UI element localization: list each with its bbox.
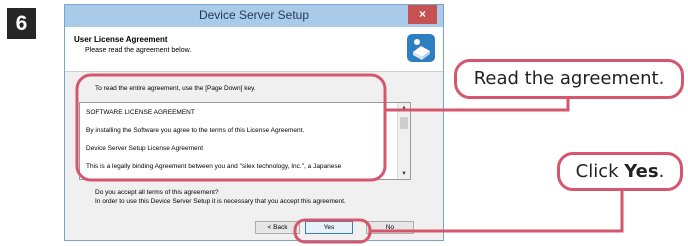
read-agreement-callout: Read the agreement. bbox=[454, 59, 684, 99]
annotation-overlay bbox=[75, 73, 624, 244]
click-yes-callout: Click Yes. bbox=[557, 152, 683, 191]
read-callout-leader bbox=[385, 99, 570, 112]
license-highlight-ring bbox=[75, 73, 387, 182]
yes-highlight-ring bbox=[293, 218, 372, 244]
click-yes-bold: Yes bbox=[624, 161, 659, 182]
yes-callout-leader bbox=[370, 191, 624, 233]
click-yes-suffix: . bbox=[658, 161, 665, 182]
click-yes-prefix: Click bbox=[575, 161, 625, 182]
